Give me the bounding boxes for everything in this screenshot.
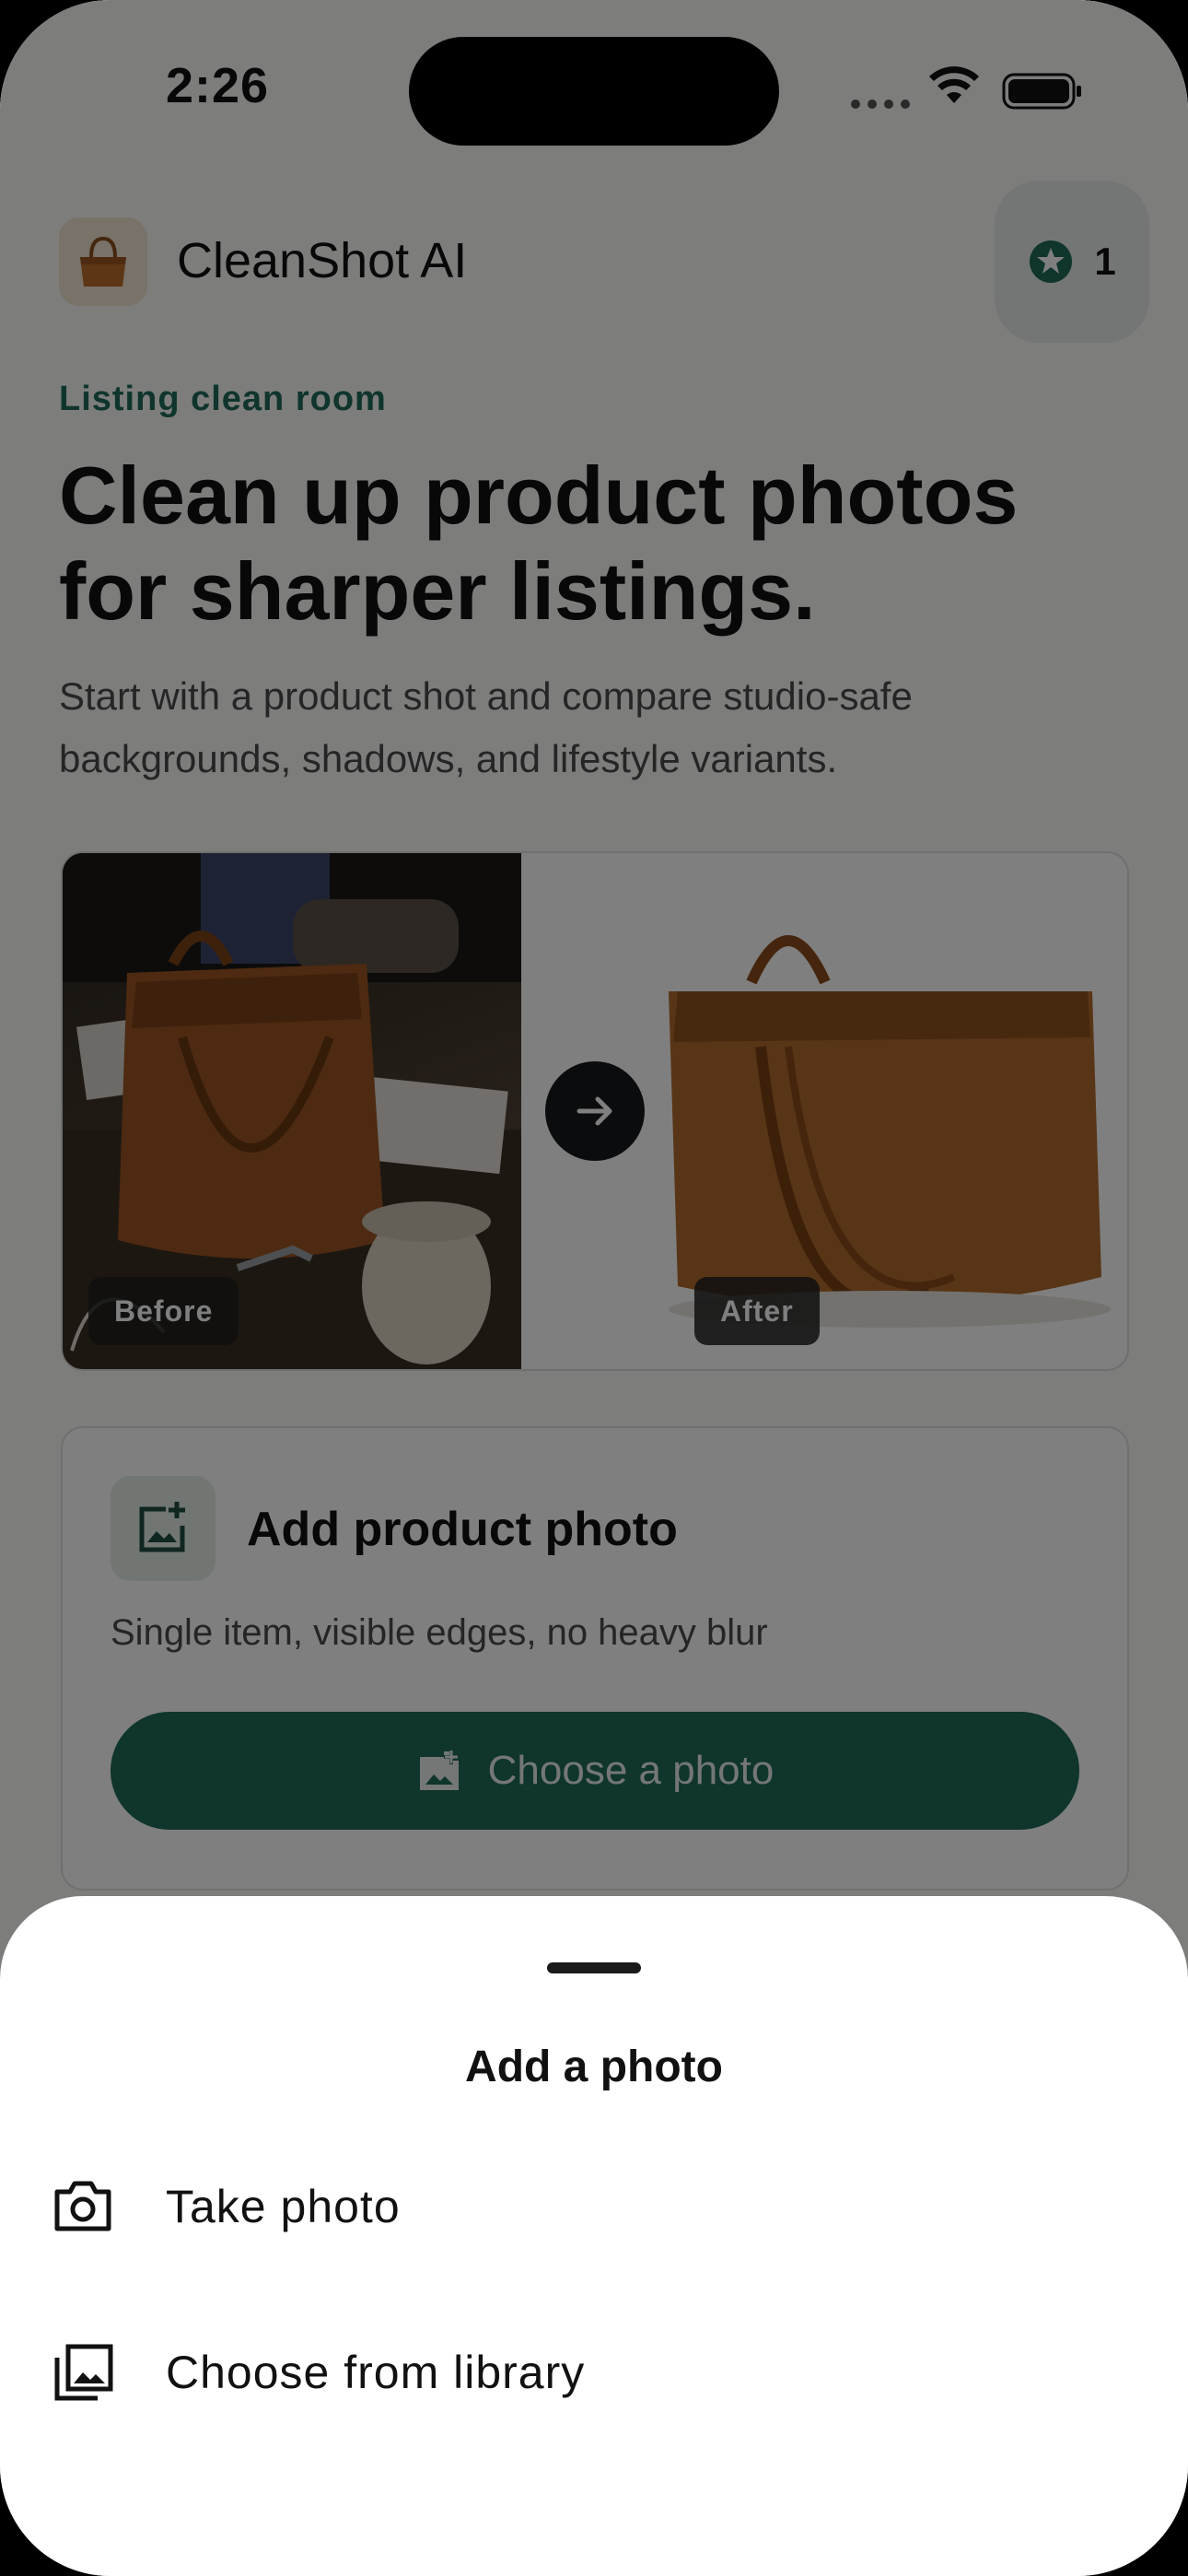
choose-from-library-label: Choose from library (166, 2347, 586, 2398)
photo-library-icon (52, 2341, 114, 2404)
phone-screen: 2:26 CleanShot AI (0, 0, 1188, 2576)
sheet-grabber[interactable] (547, 1962, 641, 1973)
sheet-title: Add a photo (465, 2043, 723, 2091)
take-photo-label: Take photo (166, 2181, 401, 2232)
camera-icon (52, 2175, 114, 2238)
take-photo-option[interactable]: Take photo (0, 2137, 1188, 2276)
choose-from-library-option[interactable]: Choose from library (0, 2303, 1188, 2441)
